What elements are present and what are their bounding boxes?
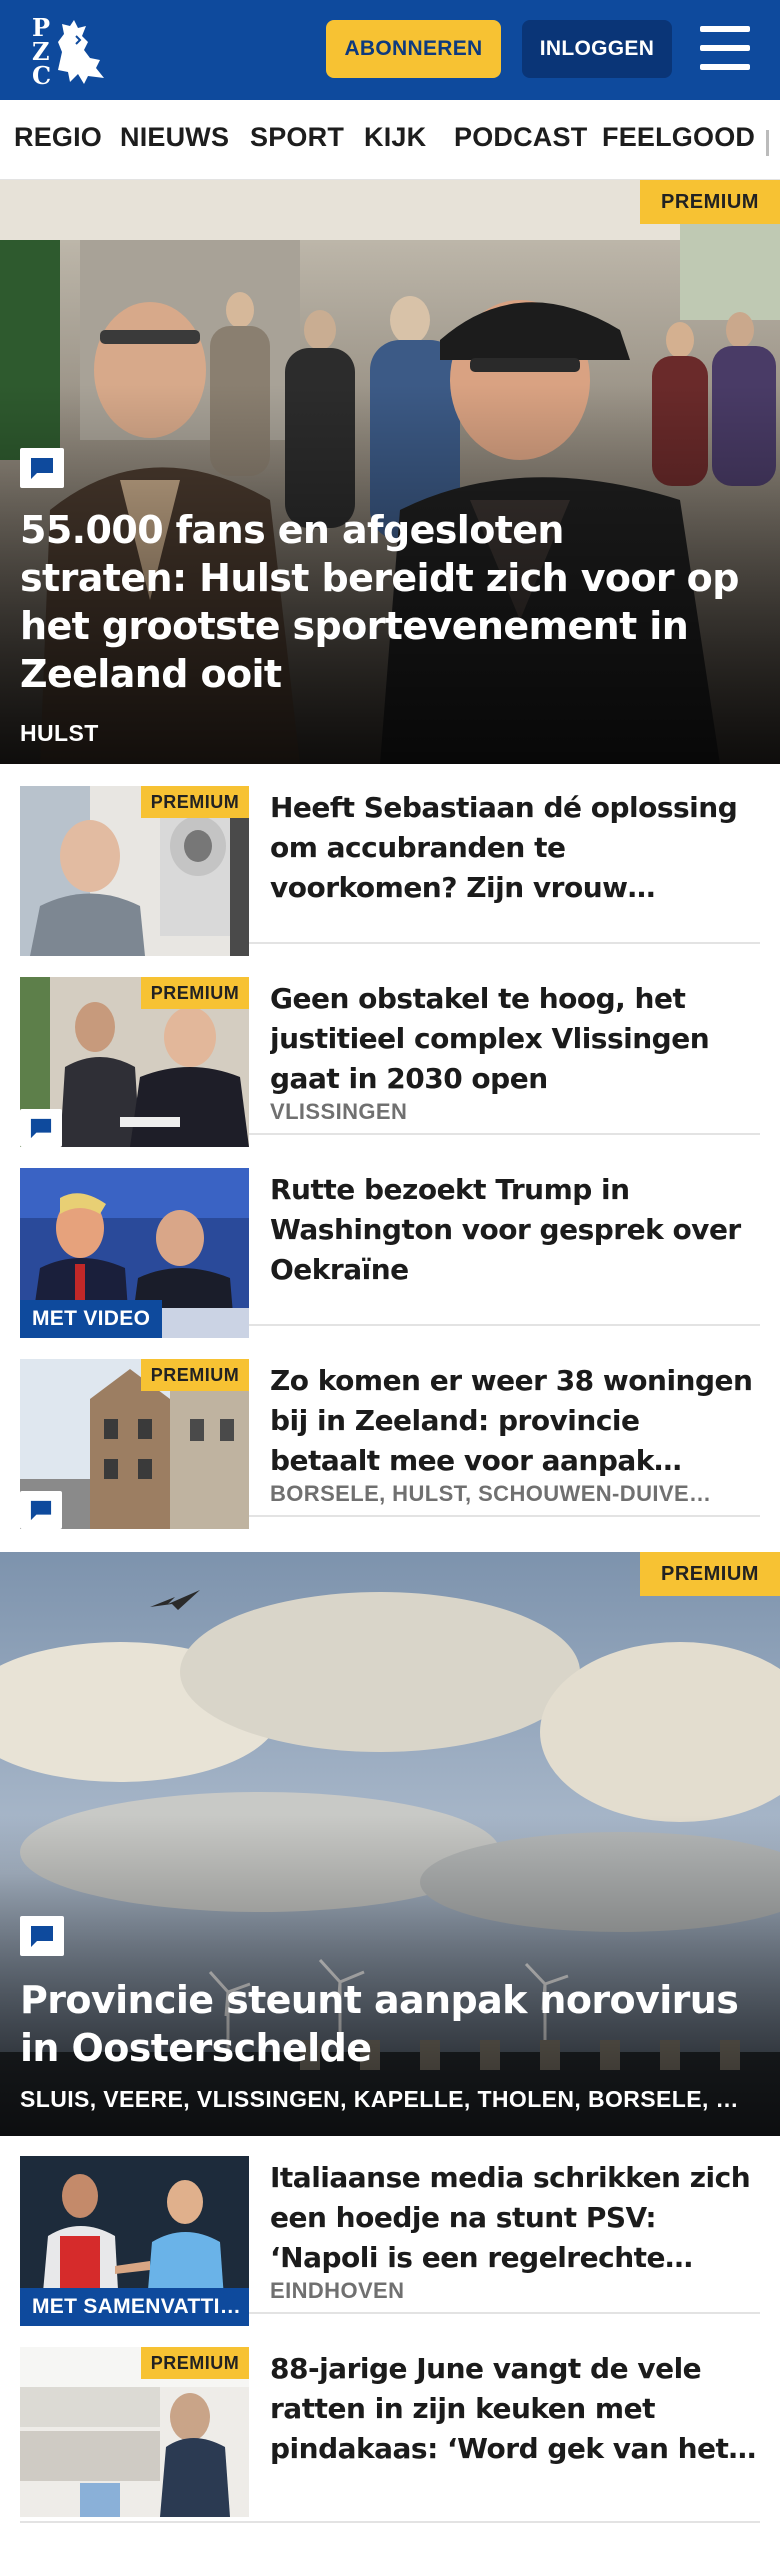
login-button[interactable]: INLOGGEN bbox=[522, 20, 672, 78]
article-title[interactable]: Geen obstakel te hoog, het justitieel co… bbox=[270, 979, 756, 1099]
premium-badge: PREMIUM bbox=[141, 1359, 249, 1391]
nav-overflow-fade bbox=[766, 130, 769, 156]
premium-badge: PREMIUM bbox=[141, 977, 249, 1009]
nav-item-podcast[interactable]: PODCAST bbox=[454, 122, 587, 153]
article-location: EINDHOVEN bbox=[270, 2278, 405, 2303]
article-title[interactable]: Zo komen er weer 38 woningen bij in Zeel… bbox=[270, 1361, 756, 1481]
hero-location: HULST bbox=[20, 720, 99, 746]
nav-item-nieuws[interactable]: NIEUWS bbox=[120, 122, 229, 153]
comment-icon bbox=[20, 1109, 62, 1147]
premium-badge: PREMIUM bbox=[640, 180, 780, 224]
nav-item-kijk[interactable]: KIJK bbox=[364, 122, 426, 153]
list-item[interactable]: PREMIUM Heeft Sebastiaan dé oplossing om… bbox=[20, 772, 760, 956]
comment-icon bbox=[20, 1916, 64, 1956]
article-location: VLISSINGEN bbox=[270, 1099, 408, 1124]
pzc-logo[interactable]: P Z C bbox=[28, 12, 110, 90]
premium-badge: PREMIUM bbox=[640, 1552, 780, 1596]
list-item[interactable]: PREMIUM Geen obstakel te hoog, het justi… bbox=[20, 963, 760, 1147]
list-item[interactable]: PREMIUM 88-jarige June vangt de vele rat… bbox=[20, 2333, 760, 2523]
video-label: MET SAMENVATTI… bbox=[20, 2288, 249, 2326]
premium-badge: PREMIUM bbox=[141, 2347, 249, 2379]
site-header: P Z C ABONNEREN INLOGGEN bbox=[0, 0, 780, 100]
article-thumbnail: PREMIUM bbox=[20, 1359, 249, 1529]
nav-item-feelgood[interactable]: FEELGOOD bbox=[602, 122, 755, 153]
article-thumbnail: MET VIDEO bbox=[20, 1168, 249, 1338]
subscribe-button[interactable]: ABONNEREN bbox=[326, 20, 501, 78]
article-thumbnail: PREMIUM bbox=[20, 786, 249, 956]
list-item[interactable]: MET SAMENVATTI… Italiaanse media schrikk… bbox=[20, 2142, 760, 2326]
hero-headline[interactable]: 55.000 fans en afgesloten straten: Hulst… bbox=[20, 506, 740, 698]
hero-location: SLUIS, VEERE, VLISSINGEN, KAPELLE, THOLE… bbox=[20, 2086, 739, 2112]
svg-text:C: C bbox=[32, 61, 51, 88]
list-item[interactable]: MET VIDEO Rutte bezoekt Trump in Washing… bbox=[20, 1154, 760, 1338]
article-thumbnail: PREMIUM bbox=[20, 2347, 249, 2517]
comment-icon bbox=[20, 448, 64, 488]
nav-item-regio[interactable]: REGIO bbox=[14, 122, 102, 153]
comment-icon bbox=[20, 1491, 62, 1529]
article-title[interactable]: Italiaanse media schrikken zich een hoed… bbox=[270, 2158, 756, 2278]
hero-article-hulst[interactable]: PREMIUM 55.000 fans en afgesloten strate… bbox=[0, 180, 780, 764]
premium-badge: PREMIUM bbox=[141, 786, 249, 818]
article-title[interactable]: Heeft Sebastiaan dé oplossing om accubra… bbox=[270, 788, 756, 908]
article-thumbnail: PREMIUM bbox=[20, 977, 249, 1147]
nav-item-sport[interactable]: SPORT bbox=[250, 122, 344, 153]
section-nav: REGIO NIEUWS SPORT KIJK PODCAST FEELGOOD bbox=[0, 100, 780, 180]
article-title[interactable]: 88-jarige June vangt de vele ratten in z… bbox=[270, 2349, 756, 2469]
hero-article-norovirus[interactable]: PREMIUM Provincie steunt aanpak noroviru… bbox=[0, 1552, 780, 2136]
list-item[interactable]: PREMIUM Zo komen er weer 38 woningen bij… bbox=[20, 1345, 760, 1529]
article-title[interactable]: Rutte bezoekt Trump in Washington voor g… bbox=[270, 1170, 756, 1290]
hero-headline[interactable]: Provincie steunt aanpak norovirus in Oos… bbox=[20, 1976, 740, 2072]
video-label: MET VIDEO bbox=[20, 1300, 163, 1338]
article-location: BORSELE, HULST, SCHOUWEN-DUIVE… bbox=[270, 1481, 712, 1506]
article-thumbnail: MET SAMENVATTI… bbox=[20, 2156, 249, 2326]
hamburger-menu-icon[interactable] bbox=[698, 24, 752, 74]
